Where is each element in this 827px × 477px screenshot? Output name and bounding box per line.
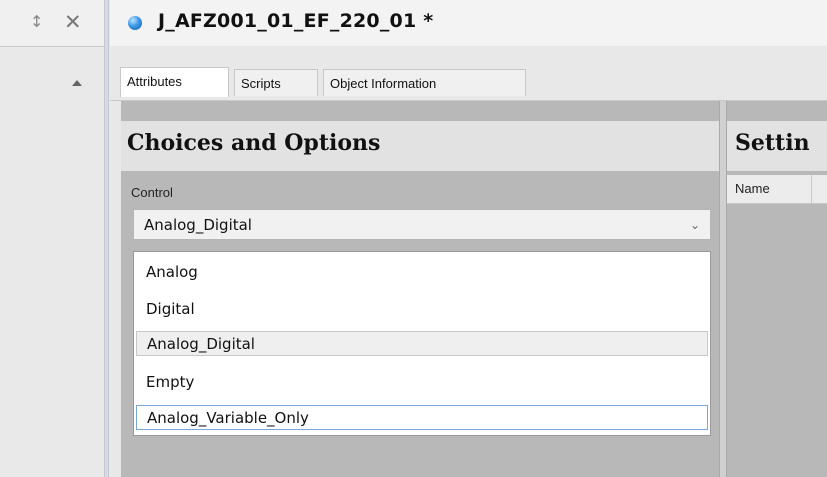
tab-object-information[interactable]: Object Information [323, 69, 526, 96]
column-name-label: Name [735, 181, 770, 196]
settings-panel: Settin Name [727, 101, 827, 477]
panel-splitter[interactable] [719, 101, 727, 477]
settings-panel-title: Settin [735, 130, 810, 156]
choices-panel-title: Choices and Options [127, 130, 381, 156]
close-icon[interactable]: ✕ [64, 10, 82, 34]
option-empty[interactable]: Empty [136, 370, 708, 395]
left-dock-header: ↕ ✕ [0, 0, 104, 47]
object-title: J_AFZ001_01_EF_220_01 * [158, 10, 434, 32]
chevron-down-icon[interactable]: ⌄ [690, 218, 700, 232]
control-dropdown-list: Analog Digital Analog_Digital Empty Anal… [133, 251, 711, 436]
tab-strip: Attributes Scripts Object Information [110, 46, 827, 101]
control-label: Control [131, 185, 173, 200]
option-analog[interactable]: Analog [136, 260, 708, 285]
dock-splitter[interactable] [104, 0, 109, 477]
caret-up-icon[interactable] [72, 80, 82, 86]
option-digital[interactable]: Digital [136, 297, 708, 322]
globe-icon [128, 16, 142, 30]
control-selected-value: Analog_Digital [144, 216, 252, 234]
control-combobox[interactable]: Analog_Digital ⌄ [133, 209, 711, 240]
pin-icon[interactable]: ↕ [30, 12, 43, 31]
settings-column-header[interactable]: Name [727, 175, 827, 204]
tab-scripts[interactable]: Scripts [234, 69, 318, 96]
left-dock-strip: ↕ ✕ [0, 0, 104, 477]
option-analog-variable-only[interactable]: Analog_Variable_Only [136, 405, 708, 430]
column-separator[interactable] [811, 175, 812, 203]
option-analog-digital[interactable]: Analog_Digital [136, 331, 708, 356]
tab-attributes[interactable]: Attributes [120, 67, 229, 97]
editor-titlebar: J_AFZ001_01_EF_220_01 * [110, 0, 827, 47]
choices-panel: Choices and Options Control Analog_Digit… [121, 101, 719, 477]
